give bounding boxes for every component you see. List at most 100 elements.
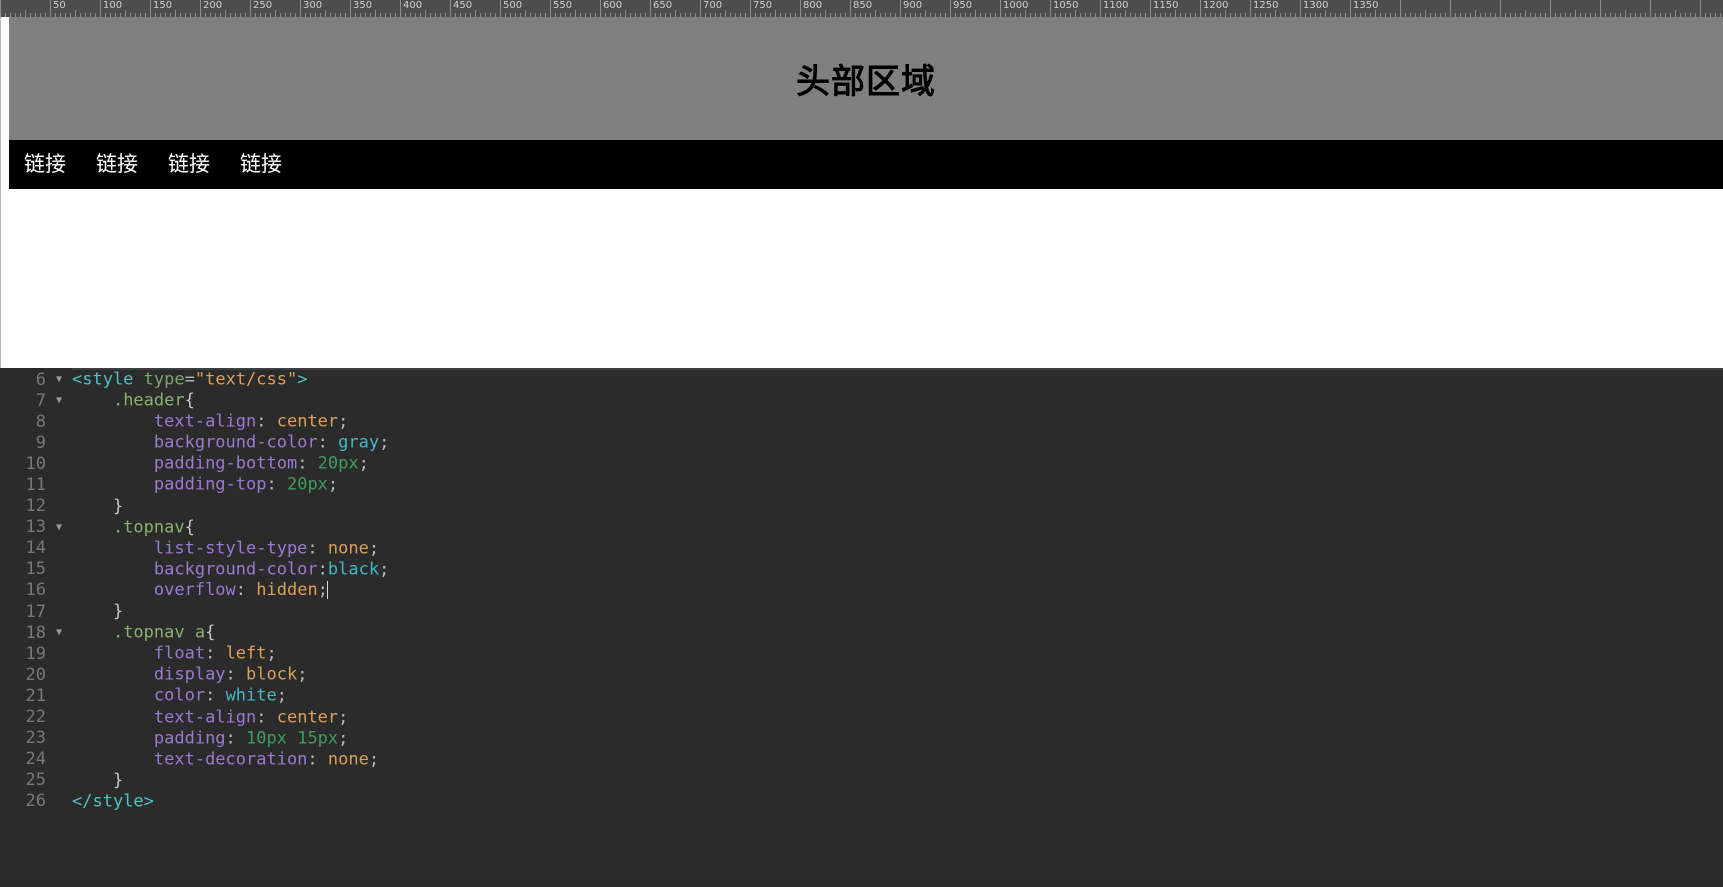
code-editor-pane[interactable]: 6 ▼ <style type="text/css"> 7 ▼ .header{8 te… bbox=[0, 368, 1723, 887]
code-token: { bbox=[205, 622, 216, 643]
line-number: 21 bbox=[25, 685, 46, 706]
nav-link-3[interactable]: 链接 bbox=[153, 140, 225, 188]
line-number: 23 bbox=[25, 728, 46, 749]
code-line[interactable]: 6 ▼ <style type="text/css"> bbox=[0, 369, 1723, 390]
line-number: 18 bbox=[25, 622, 46, 643]
ruler-label: 400 bbox=[403, 0, 423, 11]
code-token: ; bbox=[368, 749, 380, 770]
code-token: : bbox=[256, 707, 277, 728]
ruler-tick bbox=[1675, 10, 1676, 17]
code-line[interactable]: 24 text-decoration: none; bbox=[0, 749, 1723, 770]
ruler-label: 1100 bbox=[1103, 0, 1129, 11]
code-line[interactable]: 14 list-style-type: none; bbox=[0, 538, 1723, 559]
nav-link-1[interactable]: 链接 bbox=[9, 140, 81, 188]
fold-triangle-icon[interactable]: ▼ bbox=[46, 517, 72, 538]
code-token: black bbox=[327, 559, 380, 580]
code-token: ; bbox=[358, 453, 369, 474]
code-line[interactable]: 21 color: white; bbox=[0, 685, 1723, 706]
code-tokens: .topnav{ bbox=[72, 517, 195, 537]
code-token: ; bbox=[379, 432, 390, 453]
line-number: 15 bbox=[25, 559, 46, 580]
nav-link-2[interactable]: 链接 bbox=[81, 140, 153, 188]
nav-item[interactable]: 链接 bbox=[81, 140, 153, 188]
ruler-tick bbox=[425, 10, 426, 17]
code-line[interactable]: 7 ▼ .header{ bbox=[0, 390, 1723, 411]
code-line[interactable]: 13 ▼ .topnav{ bbox=[0, 517, 1723, 538]
code-token: white bbox=[225, 685, 277, 706]
code-token: : bbox=[205, 685, 226, 706]
code-token: text-align bbox=[153, 707, 257, 728]
ruler-tick bbox=[875, 10, 876, 17]
nav-item[interactable]: 链接 bbox=[225, 140, 297, 188]
code-token: ; bbox=[276, 685, 287, 706]
code-tokens: background-color:black; bbox=[72, 559, 389, 579]
code-token: hidden bbox=[256, 580, 318, 601]
ruler-tick bbox=[225, 10, 226, 17]
code-line[interactable]: 12 } bbox=[0, 496, 1723, 517]
code-token: center bbox=[276, 411, 339, 432]
ruler-tick bbox=[575, 10, 576, 17]
code-token: text-align bbox=[153, 411, 257, 432]
code-token: block bbox=[246, 664, 298, 685]
fold-triangle-icon[interactable]: ▼ bbox=[46, 390, 72, 411]
code-line[interactable]: 26 </style> bbox=[0, 791, 1723, 812]
nav-item[interactable]: 链接 bbox=[9, 140, 81, 188]
nav-item[interactable]: 链接 bbox=[153, 140, 225, 188]
ruler-tick bbox=[675, 10, 676, 17]
code-tokens: padding: 10px 15px; bbox=[72, 728, 349, 748]
line-number: 25 bbox=[25, 770, 46, 791]
ruler-label: 1050 bbox=[1053, 0, 1079, 11]
code-token: "text/css" bbox=[194, 369, 298, 390]
code-line[interactable]: 16 overflow: hidden; bbox=[0, 580, 1723, 601]
code-line[interactable]: 15 background-color:black; bbox=[0, 559, 1723, 580]
code-line[interactable]: 22 text-align: center; bbox=[0, 707, 1723, 728]
code-line[interactable]: 17 } bbox=[0, 601, 1723, 622]
ruler-label: 450 bbox=[453, 0, 473, 11]
ruler-tick bbox=[525, 10, 526, 17]
rendered-page: 头部区域 链接 链接 链接 链接 bbox=[9, 17, 1723, 368]
code-tokens: display: block; bbox=[72, 664, 308, 685]
line-number: 10 bbox=[25, 453, 46, 474]
ruler-label: 250 bbox=[253, 0, 273, 11]
nav-link-4[interactable]: 链接 bbox=[225, 140, 297, 188]
browser-preview-pane: 头部区域 链接 链接 链接 链接 bbox=[0, 17, 1723, 368]
line-number: 14 bbox=[25, 538, 46, 559]
code-line[interactable]: 9 background-color: gray; bbox=[0, 432, 1723, 453]
code-line[interactable]: 19 float: left; bbox=[0, 643, 1723, 664]
code-line[interactable]: 8 text-align: center; bbox=[0, 411, 1723, 432]
code-token: : bbox=[256, 411, 277, 432]
page-header-section: 头部区域 bbox=[9, 17, 1723, 140]
code-line[interactable]: 18 ▼ .topnav a{ bbox=[0, 622, 1723, 643]
code-token: background-color bbox=[153, 559, 318, 580]
page-title: 头部区域 bbox=[796, 62, 936, 102]
code-tokens: color: white; bbox=[72, 686, 287, 706]
code-token: overflow bbox=[153, 580, 236, 601]
line-number: 24 bbox=[25, 749, 46, 770]
code-token: } bbox=[112, 601, 124, 622]
code-line[interactable]: 20 display: block; bbox=[0, 664, 1723, 685]
ruler-label: 350 bbox=[353, 0, 373, 11]
fold-triangle-icon[interactable]: ▼ bbox=[46, 369, 72, 390]
code-tokens: background-color: gray; bbox=[72, 433, 389, 453]
code-line[interactable]: 10 padding-bottom: 20px; bbox=[0, 453, 1723, 474]
code-line[interactable]: 25 } bbox=[0, 770, 1723, 791]
code-line[interactable]: 11 padding-top: 20px; bbox=[0, 474, 1723, 495]
code-line[interactable]: 23 padding: 10px 15px; bbox=[0, 728, 1723, 749]
fold-triangle-icon[interactable]: ▼ bbox=[46, 622, 72, 643]
line-number: 20 bbox=[25, 664, 46, 685]
code-text-area[interactable]: 6 ▼ <style type="text/css"> 7 ▼ .header{8 te… bbox=[0, 368, 1723, 887]
line-number: 26 bbox=[25, 791, 46, 812]
ruler-major-mark bbox=[1400, 0, 1401, 17]
ruler-tick bbox=[1425, 10, 1426, 17]
